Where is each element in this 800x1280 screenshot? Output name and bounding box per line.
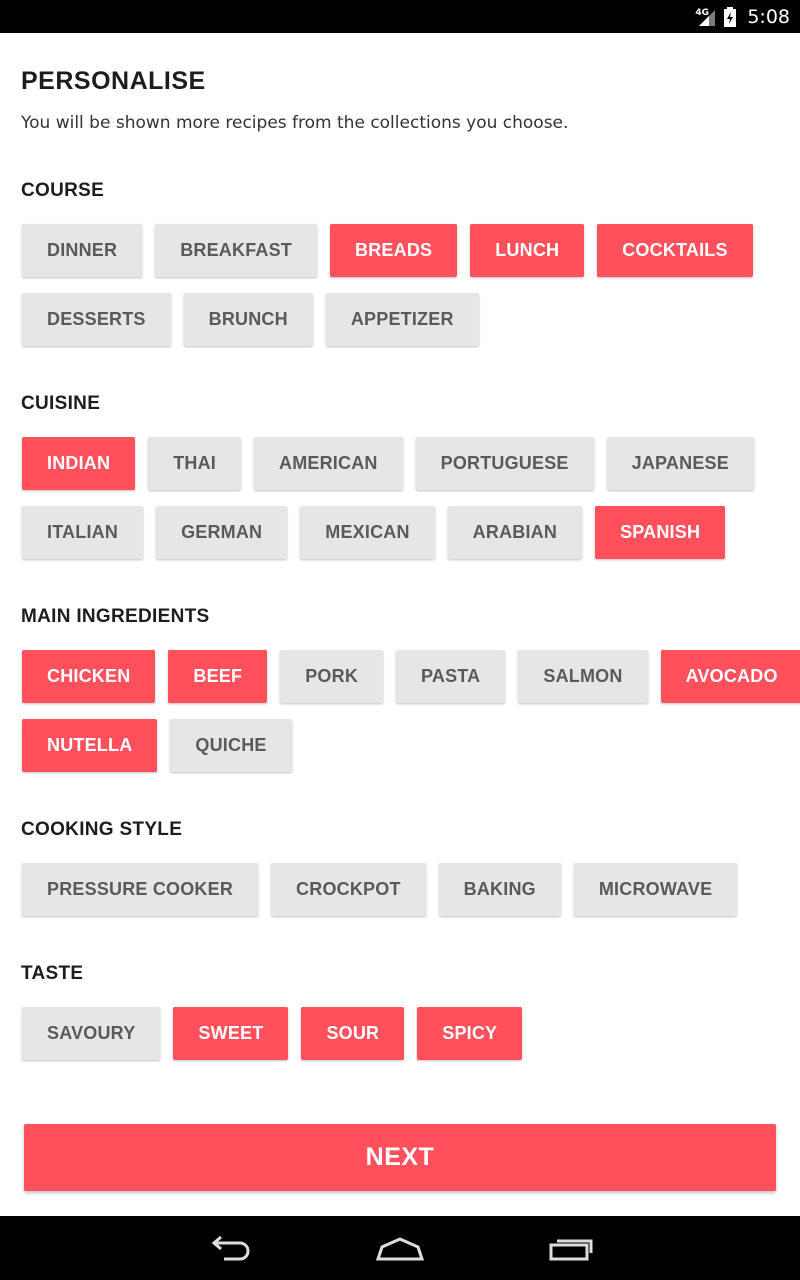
section-title: MAIN INGREDIENTS [21, 606, 210, 627]
chip-nutella[interactable]: NUTELLA [22, 719, 158, 772]
chip-row: INDIAN THAI AMERICAN PORTUGUESE JAPANESE [22, 437, 792, 492]
chip-microwave[interactable]: MICROWAVE [573, 863, 738, 916]
battery-icon [723, 6, 737, 28]
chip-group: SAVOURY SWEET SOUR SPICY [22, 1007, 792, 1076]
chip-desserts[interactable]: DESSERTS [22, 293, 171, 346]
chip-pork[interactable]: PORK [280, 650, 384, 703]
chip-american[interactable]: AMERICAN [254, 437, 403, 490]
chip-dinner[interactable]: DINNER [22, 224, 143, 277]
chip-appetizer[interactable]: APPETIZER [325, 293, 479, 346]
chip-brunch[interactable]: BRUNCH [183, 293, 313, 346]
chip-row: SAVOURY SWEET SOUR SPICY [22, 1007, 792, 1062]
chip-pressure-cooker[interactable]: PRESSURE COOKER [22, 863, 259, 916]
chip-row: ITALIAN GERMAN MEXICAN ARABIAN SPANISH [22, 506, 792, 561]
chip-lunch[interactable]: LUNCH [470, 224, 585, 277]
section-title: COOKING STYLE [21, 819, 183, 840]
chip-group: PRESSURE COOKER CROCKPOT BAKING MICROWAV… [22, 863, 792, 932]
chip-japanese[interactable]: JAPANESE [606, 437, 754, 490]
signal-icon: 4G [695, 6, 717, 28]
chip-breakfast[interactable]: BREAKFAST [155, 224, 318, 277]
chip-group: DINNER BREAKFAST BREADS LUNCH COCKTAILS … [22, 224, 792, 362]
chip-spicy[interactable]: SPICY [417, 1007, 523, 1060]
chip-row: DESSERTS BRUNCH APPETIZER [22, 293, 792, 348]
chip-german[interactable]: GERMAN [156, 506, 288, 559]
chip-chicken[interactable]: CHICKEN [22, 650, 156, 703]
section-title: COURSE [21, 180, 105, 201]
chip-baking[interactable]: BAKING [438, 863, 561, 916]
chip-beef[interactable]: BEEF [168, 650, 268, 703]
chip-sweet[interactable]: SWEET [173, 1007, 289, 1060]
chip-indian[interactable]: INDIAN [22, 437, 136, 490]
page-title: PERSONALISE [21, 67, 206, 95]
chip-row: PRESSURE COOKER CROCKPOT BAKING MICROWAV… [22, 863, 792, 918]
chip-crockpot[interactable]: CROCKPOT [271, 863, 426, 916]
chip-savoury[interactable]: SAVOURY [22, 1007, 161, 1060]
chip-group: CHICKEN BEEF PORK PASTA SALMON AVOCADO N… [22, 650, 800, 788]
page-subtitle: You will be shown more recipes from the … [21, 113, 569, 133]
section-title: TASTE [21, 963, 84, 984]
chip-mexican[interactable]: MEXICAN [300, 506, 435, 559]
chip-breads[interactable]: BREADS [330, 224, 458, 277]
chip-italian[interactable]: ITALIAN [22, 506, 144, 559]
chip-group: INDIAN THAI AMERICAN PORTUGUESE JAPANESE… [22, 437, 792, 575]
chip-spanish[interactable]: SPANISH [595, 506, 726, 559]
chip-portuguese[interactable]: PORTUGUESE [415, 437, 594, 490]
clock: 5:08 [747, 5, 790, 28]
chip-arabian[interactable]: ARABIAN [447, 506, 583, 559]
chip-salmon[interactable]: SALMON [518, 650, 648, 703]
status-bar: 4G 5:08 [0, 0, 800, 33]
recent-apps-icon[interactable] [540, 1228, 600, 1268]
chip-avocado[interactable]: AVOCADO [660, 650, 800, 703]
chip-thai[interactable]: THAI [148, 437, 241, 490]
back-icon[interactable] [200, 1228, 260, 1268]
chip-row: CHICKEN BEEF PORK PASTA SALMON AVOCADO [22, 650, 800, 705]
section-title: CUISINE [21, 393, 101, 414]
next-button[interactable]: NEXT [24, 1124, 776, 1191]
chip-cocktails[interactable]: COCKTAILS [597, 224, 753, 277]
chip-row: NUTELLA QUICHE [22, 719, 792, 774]
chip-row: DINNER BREAKFAST BREADS LUNCH COCKTAILS [22, 224, 792, 279]
chip-pasta[interactable]: PASTA [396, 650, 506, 703]
chip-quiche[interactable]: QUICHE [170, 719, 292, 772]
chip-sour[interactable]: SOUR [301, 1007, 405, 1060]
home-icon[interactable] [370, 1228, 430, 1268]
status-icons: 4G 5:08 [695, 0, 790, 33]
navigation-bar [0, 1216, 800, 1280]
